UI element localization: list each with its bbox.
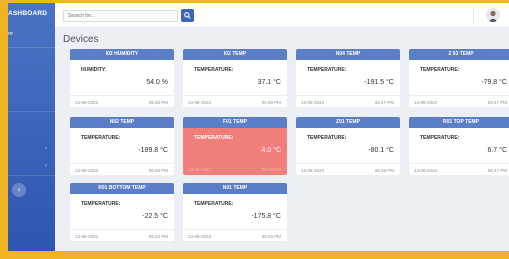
topbar-divider [473,9,474,23]
metric-value: 37.1 °C [257,79,281,86]
device-name: R01 BOTTOM TEMP [70,183,174,194]
metric-label: TEMPERATURE: [420,67,460,73]
search-button[interactable] [181,9,194,22]
device-name: N02 TEMP [70,117,174,128]
card-body: TEMPERATURE: -189.8 °C [70,128,174,163]
reading-time: 06:48 PM [374,168,394,173]
card-footer: 13-08-2023 06:47 PM [409,163,509,175]
metric-label: TEMPERATURE: [307,67,347,73]
metric-label: TEMPERATURE: [307,135,347,141]
card-body: TEMPERATURE: -175.8 °C [183,194,287,229]
reading-time: 06:48 PM [261,100,281,105]
metric-value: 54.0 % [146,79,168,86]
reading-date: 13-08-2023 [301,168,325,173]
card-body: TEMPERATURE: -191.5 °C [296,60,400,95]
metric-value: -22.5 °C [142,213,168,220]
metric-value: -191.5 °C [364,79,394,86]
reading-time: 06:47 PM [487,168,507,173]
card-footer: 13-08-2023 06:48 PM [183,163,287,175]
device-card[interactable]: I02 HUMIDITY HUMIDITY: 54.0 % 13-08-2023… [70,49,174,107]
card-footer: 13-08-2023 06:47 PM [296,95,400,107]
search-input[interactable] [63,10,178,22]
reading-time: 06:48 PM [261,167,281,172]
metric-label: TEMPERATURE: [194,67,234,73]
device-card[interactable]: N01 TEMP TEMPERATURE: -175.8 °C 13-08-20… [183,183,287,241]
reading-time: 06:48 PM [148,100,168,105]
device-name: F01 TEMP [183,117,287,128]
app-frame: ASHBOARD re › › ‹ Devices I02 HUMIDITY H… [8,3,509,251]
device-name: N04 TEMP [296,49,400,60]
device-name: R01 TOP TEMP [409,117,509,128]
metric-value: -175.8 °C [251,213,281,220]
device-name: I02 TEMP [183,49,287,60]
chevron-right-icon[interactable]: › [45,146,47,152]
card-body: TEMPERATURE: -80.1 °C [296,128,400,163]
device-card[interactable]: Z01 TEMP TEMPERATURE: -80.1 °C 13-08-202… [296,117,400,175]
sidebar-item-devices[interactable]: re [8,31,13,37]
device-card[interactable]: I02 TEMP TEMPERATURE: 37.1 °C 13-08-2023… [183,49,287,107]
device-card[interactable]: N04 TEMP TEMPERATURE: -191.5 °C 13-08-20… [296,49,400,107]
device-name: Z 03 TEMP [409,49,509,60]
metric-label: TEMPERATURE: [194,201,234,207]
search-icon [184,12,191,19]
device-card[interactable]: Z 03 TEMP TEMPERATURE: -79.8 °C 13-08-20… [409,49,509,107]
reading-time: 06:47 PM [487,100,507,105]
card-body: TEMPERATURE: 4.0 °C [183,128,287,163]
metric-value: -80.1 °C [368,147,394,154]
device-name: Z01 TEMP [296,117,400,128]
page-title: Devices [63,34,99,45]
card-footer: 13-08-2023 06:48 PM [296,163,400,175]
sidebar-divider [8,47,55,48]
metric-value: -79.8 °C [481,79,507,86]
reading-date: 13-08-2023 [188,167,212,172]
card-footer: 13-08-2023 06:48 PM [183,95,287,107]
device-card[interactable]: R01 BOTTOM TEMP TEMPERATURE: -22.5 °C 13… [70,183,174,241]
card-body: TEMPERATURE: 6.7 °C [409,128,509,163]
metric-label: TEMPERATURE: [81,201,121,207]
card-footer: 13-08-2023 06:47 PM [409,95,509,107]
reading-date: 13-08-2023 [414,168,438,173]
reading-time: 06:48 PM [148,168,168,173]
brand-title[interactable]: ASHBOARD [8,10,47,17]
metric-label: TEMPERATURE: [420,135,460,141]
user-avatar-icon [488,10,498,22]
sidebar: ASHBOARD re › › ‹ [8,3,55,251]
card-body: HUMIDITY: 54.0 % [70,60,174,95]
metric-value: -189.8 °C [138,147,168,154]
reading-date: 13-08-2023 [188,234,212,239]
sidebar-divider [8,175,55,176]
device-card[interactable]: N02 TEMP TEMPERATURE: -189.8 °C 13-08-20… [70,117,174,175]
reading-date: 13-08-2023 [75,100,99,105]
reading-date: 13-08-2023 [75,168,99,173]
card-body: TEMPERATURE: -79.8 °C [409,60,509,95]
user-avatar[interactable] [486,8,500,22]
reading-date: 13-08-2023 [414,100,438,105]
reading-date: 13-08-2023 [75,234,99,239]
device-name: N01 TEMP [183,183,287,194]
reading-date: 13-08-2023 [188,100,212,105]
reading-time: 06:47 PM [374,100,394,105]
card-footer: 13-08-2023 06:48 PM [70,229,174,241]
metric-label: TEMPERATURE: [81,135,121,141]
device-name: I02 HUMIDITY [70,49,174,60]
topbar [55,3,509,28]
card-footer: 13-08-2023 06:48 PM [70,163,174,175]
card-footer: 13-08-2023 06:48 PM [183,229,287,241]
sidebar-collapse-button[interactable]: ‹ [12,183,26,197]
metric-value: 6.7 °C [487,147,507,154]
device-card[interactable]: R01 TOP TEMP TEMPERATURE: 6.7 °C 13-08-2… [409,117,509,175]
metric-value: 4.0 °C [261,147,281,154]
device-card-alert[interactable]: F01 TEMP TEMPERATURE: 4.0 °C 13-08-2023 … [183,117,287,175]
chevron-right-icon[interactable]: › [45,163,47,169]
reading-date: 13-08-2023 [301,100,325,105]
card-body: TEMPERATURE: 37.1 °C [183,60,287,95]
sidebar-divider [8,111,55,112]
card-footer: 13-08-2023 06:48 PM [70,95,174,107]
reading-time: 06:48 PM [148,234,168,239]
metric-label: HUMIDITY: [81,67,107,73]
metric-label: TEMPERATURE: [194,135,234,141]
card-body: TEMPERATURE: -22.5 °C [70,194,174,229]
reading-time: 06:48 PM [261,234,281,239]
